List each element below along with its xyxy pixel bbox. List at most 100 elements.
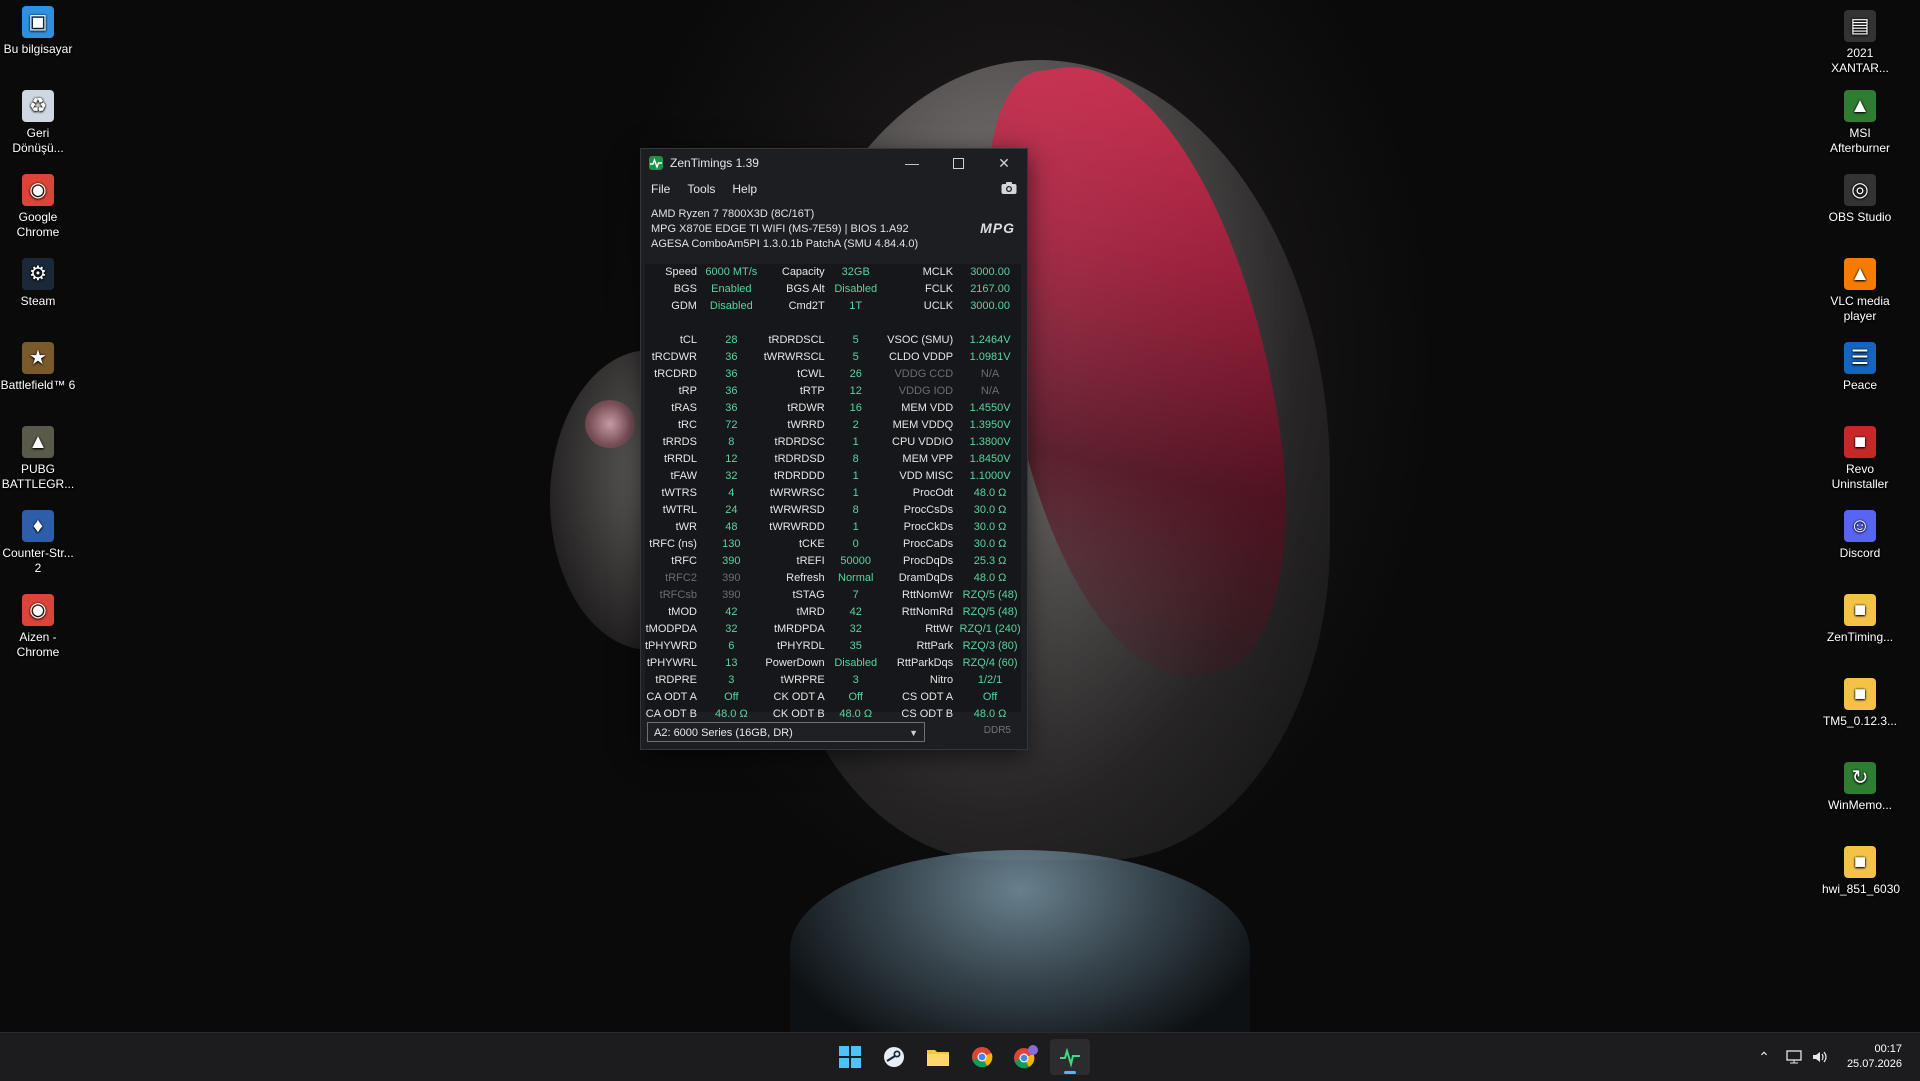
desktop-shortcut-label: Battlefield™ 6 xyxy=(0,378,76,392)
timing-row: BGS Enabled BGS Alt Disabled FCLK 2167.00 xyxy=(645,281,1021,298)
timing-label: PowerDown xyxy=(765,657,825,669)
chrome-icon: ◉ xyxy=(22,174,54,206)
desktop-shortcut[interactable]: ♦ Counter-Str... 2 xyxy=(0,510,76,576)
timing-value: 30.0 Ω xyxy=(973,538,1007,550)
timing-label: tPHYWRD xyxy=(645,640,697,652)
desktop-shortcut[interactable]: ▲ MSI Afterburner xyxy=(1822,90,1898,156)
desktop-shortcut[interactable]: ■ ZenTiming... xyxy=(1822,594,1898,645)
timing-value: 1.1000V xyxy=(969,470,1011,482)
timing-label: Capacity xyxy=(781,266,825,278)
timing-label: MEM VDDQ xyxy=(892,419,954,431)
timing-row: tRC 72 tWRRD 2 MEM VDDQ 1.3950V xyxy=(645,417,1021,434)
desktop-shortcut[interactable]: ▣ Bu bilgisayar xyxy=(0,6,76,57)
minimize-button[interactable]: — xyxy=(889,149,935,177)
timing-value: 1 xyxy=(852,470,859,482)
timing-label: RttWr xyxy=(925,623,954,635)
timing-row: tMODPDA 32 tMRDPDA 32 RttWr RZQ/1 (240) xyxy=(645,621,1021,638)
chrome-icon: ◉ xyxy=(22,594,54,626)
timing-value: 5 xyxy=(852,351,859,363)
timing-row: CA ODT A Off CK ODT A Off CS ODT A Off xyxy=(645,689,1021,706)
pubg-icon: ▲ xyxy=(22,426,54,458)
timing-value: 24 xyxy=(725,504,738,516)
desktop-shortcut[interactable]: ◎ OBS Studio xyxy=(1822,174,1898,225)
timing-row: tWR 48 tWRWRDD 1 ProcCkDs 30.0 Ω xyxy=(645,519,1021,536)
volume-tray[interactable] xyxy=(1808,1033,1832,1081)
taskbar-file-explorer[interactable] xyxy=(918,1039,958,1075)
maximize-button[interactable] xyxy=(935,149,981,177)
desktop-shortcut[interactable]: ■ TM5_0.12.3... xyxy=(1822,678,1898,729)
timing-label: CPU VDDIO xyxy=(892,436,954,448)
desktop-shortcut[interactable]: ♻ Geri Dönüşü... xyxy=(0,90,76,156)
timing-value: RZQ/5 (48) xyxy=(962,606,1018,618)
timing-label: VDDG CCD xyxy=(894,368,954,380)
taskbar-chrome-profile[interactable] xyxy=(1006,1039,1046,1075)
chevron-down-icon: ▼ xyxy=(909,728,918,738)
desktop-shortcut-label: Peace xyxy=(1842,378,1878,392)
timing-label: tRRDS xyxy=(662,436,697,448)
taskbar-steam[interactable] xyxy=(874,1039,914,1075)
window-title: ZenTimings 1.39 xyxy=(670,156,759,170)
timing-value: 8 xyxy=(852,453,859,465)
clock-time: 00:17 xyxy=(1874,1043,1902,1055)
desktop-shortcut[interactable]: ■ Revo Uninstaller xyxy=(1822,426,1898,492)
zentimings-app-icon xyxy=(649,156,663,170)
taskbar-zentimings[interactable] xyxy=(1050,1039,1090,1075)
taskbar-chrome[interactable] xyxy=(962,1039,1002,1075)
timing-value: 3 xyxy=(728,674,735,686)
timing-label: CLDO VDDP xyxy=(888,351,954,363)
timing-row: GDM Disabled Cmd2T 1T UCLK 3000.00 xyxy=(645,298,1021,315)
taskbar-clock[interactable]: 00:17 25.07.2026 xyxy=(1847,1042,1902,1072)
desktop-shortcut[interactable]: ▲ VLC media player xyxy=(1822,258,1898,324)
timing-label: tMRDPDA xyxy=(773,623,825,635)
screenshot-camera-icon[interactable] xyxy=(1001,181,1017,195)
desktop-shortcut[interactable]: ▤ 2021 XANTAR... xyxy=(1822,10,1898,76)
desktop-shortcut[interactable]: ↻ WinMemo... xyxy=(1822,762,1898,813)
desktop-shortcut-label: MSI Afterburner xyxy=(1829,126,1891,155)
timing-value: 130 xyxy=(722,538,741,550)
timing-label: tRCDRD xyxy=(654,368,697,380)
timing-value: Disabled xyxy=(709,300,753,312)
desktop-shortcut[interactable]: ⚙ Steam xyxy=(0,258,76,309)
timings-table: Speed 6000 MT/s Capacity 32GB MCLK 3000.00 BGS… xyxy=(645,264,1021,723)
title-bar[interactable]: ZenTimings 1.39 — ✕ xyxy=(641,149,1027,177)
close-button[interactable]: ✕ xyxy=(981,149,1027,177)
desktop-shortcut[interactable]: ◉ Google Chrome xyxy=(0,174,76,240)
timing-value: 8 xyxy=(728,436,735,448)
timing-label: ProcDqDs xyxy=(903,555,954,567)
agesa-info: AGESA ComboAm5PI 1.3.0.1b PatchA (SMU 4.… xyxy=(651,238,919,250)
zentimings-window[interactable]: ZenTimings 1.39 — ✕ File Tools Help AMD … xyxy=(640,148,1028,750)
timing-value: 36 xyxy=(725,402,738,414)
timing-label: VDD MISC xyxy=(899,470,954,482)
zentimings-icon xyxy=(1060,1047,1080,1068)
desktop-shortcut[interactable]: ■ hwi_851_6030 xyxy=(1822,846,1900,897)
menu-help[interactable]: Help xyxy=(732,182,757,196)
timing-value: 48.0 Ω xyxy=(973,572,1007,584)
desktop-shortcut[interactable]: ◉ Aizen - Chrome xyxy=(0,594,76,660)
timing-value: 72 xyxy=(725,419,738,431)
desktop-shortcut[interactable]: ☺ Discord xyxy=(1822,510,1898,561)
desktop-shortcut[interactable]: ▲ PUBG BATTLEGR... xyxy=(0,426,76,492)
desktop-shortcut[interactable]: ☰ Peace xyxy=(1822,342,1898,393)
menu-file[interactable]: File xyxy=(651,182,670,196)
wallpaper-shoulder xyxy=(790,850,1250,1032)
timing-label: tRFC (ns) xyxy=(649,538,697,550)
desktop-shortcut[interactable]: ★ Battlefield™ 6 xyxy=(0,342,76,393)
network-icon xyxy=(1786,1050,1802,1064)
timing-label: tPHYWRL xyxy=(646,657,697,669)
peace-icon: ☰ xyxy=(1844,342,1876,374)
dimm-select[interactable]: A2: 6000 Series (16GB, DR) ▼ xyxy=(647,722,925,742)
timing-label: tMODPDA xyxy=(645,623,697,635)
timing-value: 36 xyxy=(725,351,738,363)
menu-tools[interactable]: Tools xyxy=(687,182,715,196)
timing-label: DramDqDs xyxy=(898,572,954,584)
network-tray[interactable] xyxy=(1782,1033,1806,1081)
obs-icon: ◎ xyxy=(1844,174,1876,206)
chrome-profile-icon xyxy=(1014,1045,1038,1069)
timing-label: tRFCsb xyxy=(659,589,697,601)
timing-value: Normal xyxy=(838,572,874,584)
timing-label: ProcOdt xyxy=(912,487,954,499)
show-hidden-icons-button[interactable]: ⌃ xyxy=(1752,1033,1776,1081)
timing-value: 1.3800V xyxy=(969,436,1011,448)
taskbar-start-button[interactable] xyxy=(830,1039,870,1075)
timing-label: RttParkDqs xyxy=(896,657,954,669)
